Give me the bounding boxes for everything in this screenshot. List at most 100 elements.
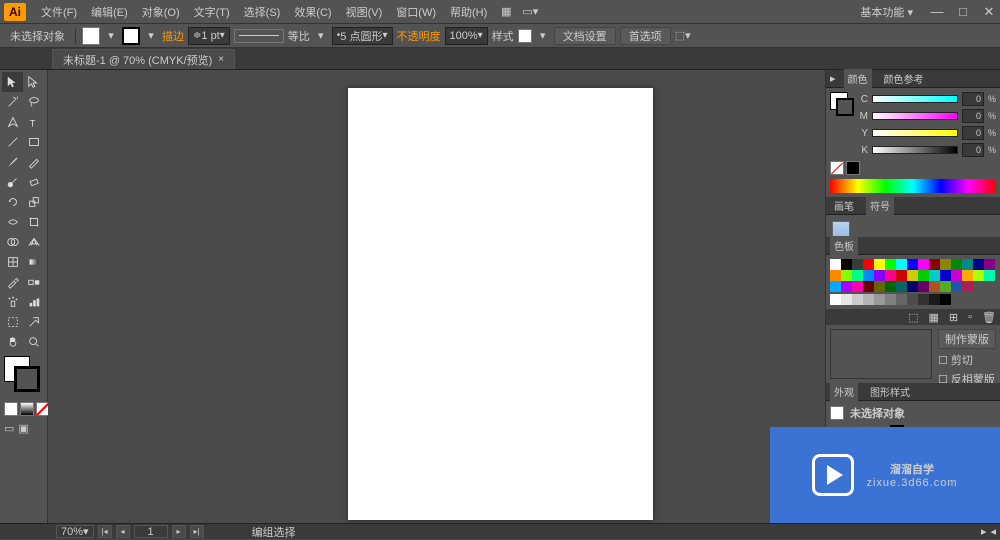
tab-swatches[interactable]: 色板	[830, 236, 858, 255]
swatch[interactable]	[830, 259, 841, 270]
menu-view[interactable]: 视图(V)	[339, 4, 390, 20]
gray-swatch[interactable]	[830, 294, 841, 305]
lasso-tool[interactable]	[23, 92, 44, 112]
swatch[interactable]	[918, 259, 929, 270]
m-value[interactable]: 0	[962, 109, 984, 123]
gray-swatch[interactable]	[852, 294, 863, 305]
style-swatch[interactable]	[518, 29, 532, 43]
menu-file[interactable]: 文件(F)	[34, 4, 84, 20]
prev-page-icon[interactable]: ◂	[116, 525, 130, 538]
zoom-field[interactable]: 70% ▾	[56, 525, 94, 538]
paintbrush-tool[interactable]	[2, 152, 23, 172]
menu-edit[interactable]: 编辑(E)	[84, 4, 135, 20]
tab-appearance[interactable]: 外观	[830, 382, 858, 401]
black-swatch[interactable]	[846, 161, 860, 175]
swatch[interactable]	[863, 281, 874, 292]
gray-swatch[interactable]	[874, 294, 885, 305]
fill-swatch[interactable]	[82, 27, 100, 45]
blob-brush-tool[interactable]	[2, 172, 23, 192]
swatch[interactable]	[852, 281, 863, 292]
scroll-right-icon[interactable]: ◂	[990, 525, 996, 538]
align-icon[interactable]: ⬚▾	[675, 29, 691, 42]
stroke-dropdown-icon[interactable]: ▾	[144, 29, 158, 42]
eraser-tool[interactable]	[23, 172, 44, 192]
width-tool[interactable]	[2, 212, 23, 232]
tab-close-icon[interactable]: ×	[218, 54, 224, 65]
grayscale-row[interactable]	[830, 294, 996, 305]
selection-tool[interactable]	[2, 72, 23, 92]
swatch[interactable]	[863, 259, 874, 270]
scale-tool[interactable]	[23, 192, 44, 212]
swatch[interactable]	[984, 270, 995, 281]
gray-swatch[interactable]	[841, 294, 852, 305]
symbol-sprayer-tool[interactable]	[2, 292, 23, 312]
swatch[interactable]	[918, 270, 929, 281]
swatch[interactable]	[874, 270, 885, 281]
free-transform-tool[interactable]	[23, 212, 44, 232]
swatch[interactable]	[885, 259, 896, 270]
next-page-icon[interactable]: ▸	[172, 525, 186, 538]
fill-dropdown-icon[interactable]: ▾	[104, 29, 118, 42]
swatch[interactable]	[951, 259, 962, 270]
swatch[interactable]	[940, 259, 951, 270]
opacity-field[interactable]: 100% ▾	[445, 27, 488, 45]
tab-color-guide[interactable]: 颜色参考	[880, 69, 928, 88]
perspective-grid-tool[interactable]	[23, 232, 44, 252]
canvas-area[interactable]	[48, 70, 825, 523]
swatches-grid[interactable]	[830, 259, 996, 292]
menu-help[interactable]: 帮助(H)	[443, 4, 494, 20]
swatch[interactable]	[874, 281, 885, 292]
make-mask-button[interactable]: 制作蒙版	[938, 329, 996, 349]
opacity-label[interactable]: 不透明度	[397, 28, 441, 44]
brush-field[interactable]: • 5 点圆形 ▾	[332, 27, 393, 45]
pencil-tool[interactable]	[23, 152, 44, 172]
m-slider[interactable]	[872, 112, 958, 120]
gray-swatch[interactable]	[863, 294, 874, 305]
swatch[interactable]	[830, 281, 841, 292]
swatch[interactable]	[863, 270, 874, 281]
page-field[interactable]: 1	[134, 525, 168, 538]
swatch-lib-icon[interactable]: ⬚	[908, 311, 918, 324]
swatch[interactable]	[896, 259, 907, 270]
menu-type[interactable]: 文字(T)	[187, 4, 237, 20]
swatch-options-icon[interactable]: ⊞	[949, 311, 958, 324]
mesh-tool[interactable]	[2, 252, 23, 272]
delete-swatch-icon[interactable]: 🗑	[982, 311, 996, 324]
new-swatch-icon[interactable]: ▫	[968, 311, 972, 323]
clip-checkbox[interactable]: ☐ 剪切	[938, 352, 996, 368]
prefs-button[interactable]: 首选项	[620, 27, 671, 45]
swatch[interactable]	[973, 259, 984, 270]
gradient-tool[interactable]	[23, 252, 44, 272]
artboard[interactable]	[348, 88, 653, 520]
menu-object[interactable]: 对象(O)	[135, 4, 187, 20]
swatch[interactable]	[907, 281, 918, 292]
gradient-mode-icon[interactable]	[20, 402, 34, 416]
document-tab[interactable]: 未标题-1 @ 70% (CMYK/预览) ×	[52, 49, 235, 69]
tab-color[interactable]: 颜色	[844, 69, 872, 88]
layout-icon[interactable]: ▭▾	[521, 3, 539, 21]
y-slider[interactable]	[872, 129, 958, 137]
first-page-icon[interactable]: |◂	[98, 525, 112, 538]
slice-tool[interactable]	[23, 312, 44, 332]
eyedropper-tool[interactable]	[2, 272, 23, 292]
rectangle-tool[interactable]	[23, 132, 44, 152]
rotate-tool[interactable]	[2, 192, 23, 212]
c-value[interactable]: 0	[962, 92, 984, 106]
y-value[interactable]: 0	[962, 126, 984, 140]
stroke-weight-field[interactable]: ≑ 1 pt ▾	[188, 27, 230, 45]
swatch[interactable]	[885, 270, 896, 281]
swatch[interactable]	[874, 259, 885, 270]
swatch[interactable]	[918, 281, 929, 292]
swatch[interactable]	[929, 281, 940, 292]
screen-mode-alt-icon[interactable]: ▣	[18, 422, 28, 435]
direct-selection-tool[interactable]	[23, 72, 44, 92]
close-button[interactable]: ✕	[982, 5, 996, 19]
spectrum-bar[interactable]	[830, 179, 996, 193]
magic-wand-tool[interactable]	[2, 92, 23, 112]
minimize-button[interactable]: —	[930, 5, 944, 19]
swatch[interactable]	[896, 281, 907, 292]
swatch[interactable]	[940, 281, 951, 292]
swatch[interactable]	[929, 259, 940, 270]
swatch[interactable]	[896, 270, 907, 281]
blend-tool[interactable]	[23, 272, 44, 292]
